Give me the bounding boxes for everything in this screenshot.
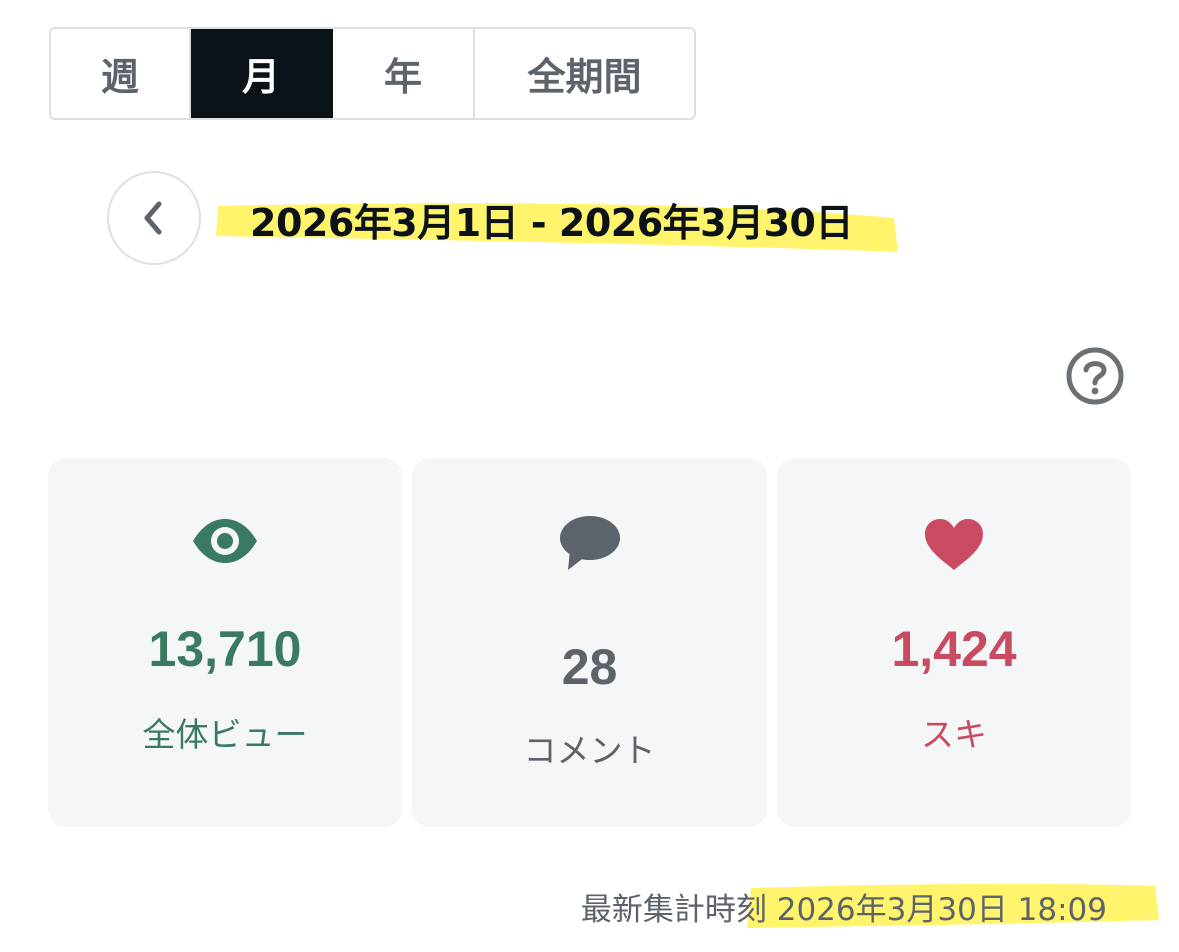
views-label: 全体ビュー [142, 715, 308, 754]
question-circle-icon [1066, 347, 1124, 405]
comments-stat-card: 28 コメント [412, 458, 767, 827]
likes-label: スキ [921, 715, 987, 754]
tab-month[interactable]: 月 [191, 29, 333, 118]
tab-week[interactable]: 週 [51, 29, 191, 118]
date-range: 2026年3月1日 - 2026年3月30日 [250, 201, 853, 245]
likes-count: 1,424 [891, 621, 1017, 677]
views-count: 13,710 [148, 621, 302, 677]
chevron-left-icon [144, 201, 162, 235]
last-updated: 最新集計時刻 2026年3月30日 18:09 [581, 884, 1107, 929]
speech-bubble-icon [559, 516, 620, 570]
help-button[interactable] [1065, 346, 1125, 406]
previous-period-button[interactable] [107, 171, 201, 265]
period-tabs: 週 月 年 全期間 [49, 27, 696, 120]
tab-year[interactable]: 年 [333, 29, 475, 118]
likes-stat-card: 1,424 スキ [777, 458, 1131, 827]
tab-all-time[interactable]: 全期間 [475, 29, 694, 118]
comments-count: 28 [561, 639, 618, 695]
last-updated-timestamp: 2026年3月30日 18:09 [776, 892, 1107, 928]
views-stat-card: 13,710 全体ビュー [48, 458, 402, 827]
heart-icon [925, 519, 983, 570]
comments-label: コメント [523, 731, 656, 770]
eye-icon [193, 519, 257, 563]
last-updated-label: 最新集計時刻 [580, 892, 767, 928]
